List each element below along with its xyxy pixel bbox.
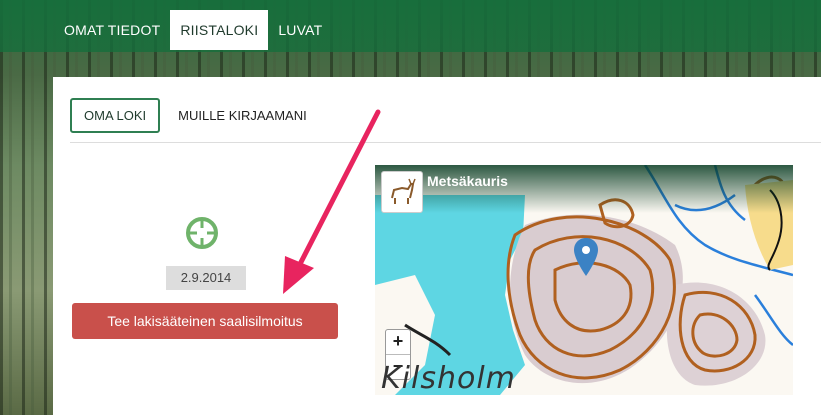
nav-omat-tiedot[interactable]: OMAT TIEDOT: [54, 10, 170, 50]
content-panel: OMA LOKI MUILLE KIRJAAMANI 2.9.2014 Tee …: [53, 77, 821, 415]
main-nav: OMAT TIEDOT RIISTALOKI LUVAT: [54, 10, 332, 50]
divider: [70, 142, 821, 143]
nav-luvat[interactable]: LUVAT: [268, 10, 332, 50]
deer-icon: [391, 178, 416, 204]
tab-oma-loki[interactable]: OMA LOKI: [70, 98, 161, 133]
top-navigation-bar: OMAT TIEDOT RIISTALOKI LUVAT: [0, 0, 821, 52]
location-pin-icon[interactable]: [573, 237, 599, 277]
zoom-in-button[interactable]: +: [386, 330, 410, 354]
species-name: Metsäkauris: [427, 173, 508, 189]
map-view[interactable]: Metsäkauris + − Kilsholm: [375, 165, 793, 395]
log-subtabs: OMA LOKI MUILLE KIRJAAMANI: [70, 98, 307, 133]
crosshair-icon: [186, 217, 218, 249]
species-thumbnail: [381, 171, 423, 213]
map-place-label: Kilsholm: [381, 361, 516, 395]
nav-riistaloki[interactable]: RIISTALOKI: [170, 10, 269, 50]
report-harvest-button[interactable]: Tee lakisääteinen saalisilmoitus: [72, 303, 338, 339]
entry-date-badge: 2.9.2014: [166, 266, 246, 290]
tab-muille-kirjaamani[interactable]: MUILLE KIRJAAMANI: [178, 108, 307, 123]
